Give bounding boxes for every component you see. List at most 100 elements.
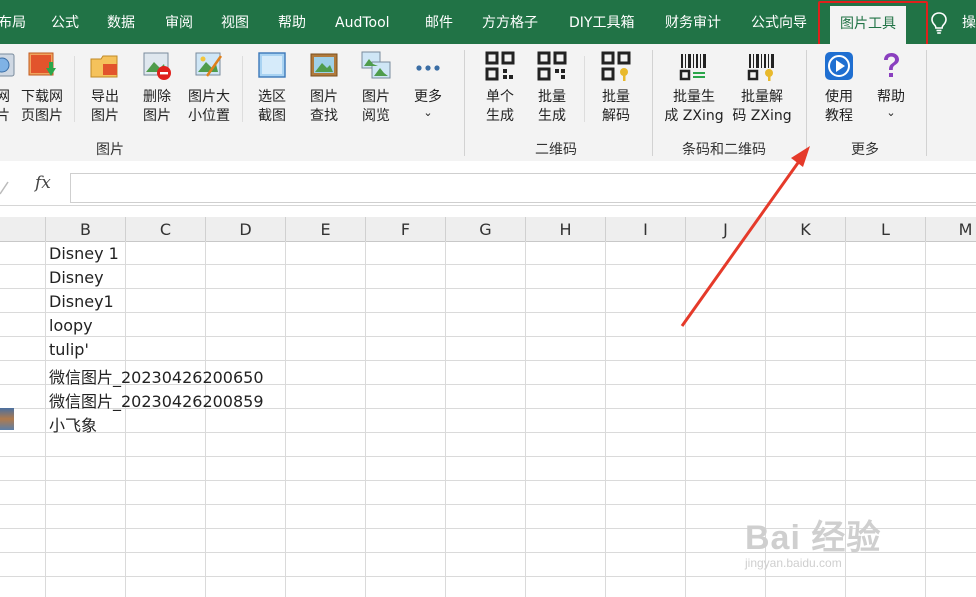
- barcode-batch-generate-label: 批量生 成 ZXing: [664, 89, 724, 124]
- screen-capture-icon: [258, 52, 286, 78]
- image-browse-button[interactable]: 图片 阅览: [356, 50, 396, 126]
- select-capture-label: 选区 截图: [258, 89, 286, 124]
- column-header-f[interactable]: F: [366, 217, 446, 241]
- gridline: [285, 241, 286, 597]
- more-label: 更多: [414, 89, 442, 105]
- barcode-icon: [679, 54, 706, 81]
- image-search-icon: [310, 53, 338, 77]
- baidu-jingyan-watermark: Bai 经验 jingyan.baidu.com: [745, 510, 965, 580]
- watermark-logo: Bai 经验: [745, 519, 882, 557]
- tab-formulas[interactable]: 公式: [51, 0, 79, 44]
- download-web-images-button[interactable]: 下载网 页图片: [18, 50, 66, 126]
- qr-batch-decode-label: 批量 解码: [602, 89, 630, 124]
- image-size-position-label: 图片大 小位置: [188, 89, 230, 124]
- export-images-label: 导出 图片: [91, 89, 119, 124]
- tab-view[interactable]: 视图: [221, 0, 249, 44]
- barcode-batch-generate-button[interactable]: 批量生 成 ZXing: [662, 50, 726, 126]
- tab-audtool[interactable]: AudTool: [335, 0, 390, 44]
- watermark-url: jingyan.baidu.com: [745, 556, 842, 570]
- cell-b-wechat-image-1[interactable]: 微信图片_20230426200650: [49, 364, 264, 388]
- cell-b-loopy[interactable]: loopy: [49, 316, 93, 335]
- image-resize-icon: [195, 52, 223, 77]
- tab-help[interactable]: 帮助: [278, 0, 306, 44]
- tab-data[interactable]: 数据: [107, 0, 135, 44]
- globe-image-icon: [0, 53, 15, 77]
- separator: [242, 56, 243, 122]
- delete-images-button[interactable]: 删除 图片: [136, 50, 178, 126]
- gridline: [365, 241, 366, 597]
- cell-b-disney[interactable]: Disney: [49, 268, 104, 287]
- image-size-position-button[interactable]: 图片大 小位置: [184, 50, 234, 126]
- column-header-j[interactable]: J: [686, 217, 766, 241]
- tab-mail[interactable]: 邮件: [425, 0, 453, 44]
- group-label-qrcode: 二维码: [535, 142, 577, 158]
- column-header-g[interactable]: G: [446, 217, 526, 241]
- download-web-images-label: 下载网 页图片: [21, 89, 63, 124]
- play-video-icon: [825, 52, 853, 80]
- barcode-batch-decode-label: 批量解 码 ZXing: [732, 89, 792, 124]
- gridline: [445, 241, 446, 597]
- qr-batch-decode-button[interactable]: 批量 解码: [594, 50, 638, 126]
- question-mark-icon: [884, 53, 899, 77]
- column-header-k[interactable]: K: [766, 217, 846, 241]
- tutorial-button[interactable]: 使用 教程: [818, 50, 860, 126]
- more-button[interactable]: 更多 ⌄: [408, 50, 448, 119]
- export-images-button[interactable]: 导出 图片: [84, 50, 126, 126]
- tab-operate[interactable]: 操: [962, 0, 976, 44]
- cell-b-wechat-image-2[interactable]: 微信图片_20230426200859: [49, 388, 264, 412]
- separator: [74, 56, 75, 122]
- more-dots-icon: [416, 65, 440, 71]
- cell-b-disney-1[interactable]: Disney 1: [49, 244, 119, 263]
- gridline: [45, 241, 46, 597]
- barcode-batch-decode-button[interactable]: 批量解 码 ZXing: [730, 50, 794, 126]
- group-label-more: 更多: [851, 142, 879, 158]
- tab-ffcell[interactable]: 方方格子: [482, 0, 538, 44]
- image-browse-label: 图片 阅览: [362, 89, 390, 124]
- folder-export-icon: [90, 55, 118, 78]
- tutorial-label: 使用 教程: [825, 89, 853, 124]
- image-gallery-icon: [361, 51, 391, 79]
- column-header-i[interactable]: I: [606, 217, 686, 241]
- separator: [584, 56, 585, 122]
- group-label-barcode: 条码和二维码: [682, 142, 766, 158]
- tab-layout[interactable]: 布局: [0, 0, 26, 44]
- tab-formula-wizard[interactable]: 公式向导: [751, 0, 807, 44]
- tab-diy-toolbox[interactable]: DIY工具箱: [569, 0, 634, 44]
- image-find-button[interactable]: 图片 查找: [304, 50, 344, 126]
- insert-function-button[interactable]: fx: [35, 173, 51, 193]
- qr-single-generate-button[interactable]: 单个 生成: [478, 50, 522, 126]
- qr-batch-generate-button[interactable]: 批量 生成: [530, 50, 574, 126]
- cell-b-disney1[interactable]: Disney1: [49, 292, 114, 311]
- gridline: [605, 241, 606, 597]
- column-header-h[interactable]: H: [526, 217, 606, 241]
- cell-b-dumbo[interactable]: 小飞象: [49, 412, 97, 436]
- image-find-label: 图片 查找: [310, 89, 338, 124]
- group-separator: [806, 50, 807, 156]
- group-separator: [926, 50, 927, 156]
- chevron-down-icon: ⌄: [423, 106, 433, 119]
- column-header-l[interactable]: L: [846, 217, 926, 241]
- embedded-image-thumbnail[interactable]: [0, 408, 14, 430]
- chevron-down-icon: ⌄: [886, 106, 896, 119]
- column-header-d[interactable]: D: [206, 217, 286, 241]
- web-image-button[interactable]: 网 片: [0, 50, 15, 126]
- column-header-b[interactable]: B: [46, 217, 126, 241]
- tab-finance-audit[interactable]: 财务审计: [665, 0, 721, 44]
- column-header-e[interactable]: E: [286, 217, 366, 241]
- help-button[interactable]: 帮助 ⌄: [870, 50, 912, 119]
- ribbon-panel: 网 片 下载网 页图片 导出 图片 删除 图片 图片大 小位置 选区 截图 图片…: [0, 44, 976, 162]
- qr-single-generate-label: 单个 生成: [486, 89, 514, 124]
- column-header-m[interactable]: M: [926, 217, 976, 241]
- tab-review[interactable]: 审阅: [165, 0, 193, 44]
- lightbulb-icon[interactable]: [930, 12, 948, 34]
- cancel-entry-icon[interactable]: [0, 180, 10, 196]
- column-header-c[interactable]: C: [126, 217, 206, 241]
- formula-input[interactable]: [70, 173, 976, 203]
- cell-b-tulip[interactable]: tulip': [49, 340, 89, 359]
- qr-batch-icon: [537, 51, 567, 81]
- row-header-corner[interactable]: [0, 217, 46, 241]
- delete-images-label: 删除 图片: [143, 89, 171, 124]
- qr-decode-icon: [601, 51, 631, 81]
- select-capture-button[interactable]: 选区 截图: [252, 50, 292, 126]
- group-separator: [464, 50, 465, 156]
